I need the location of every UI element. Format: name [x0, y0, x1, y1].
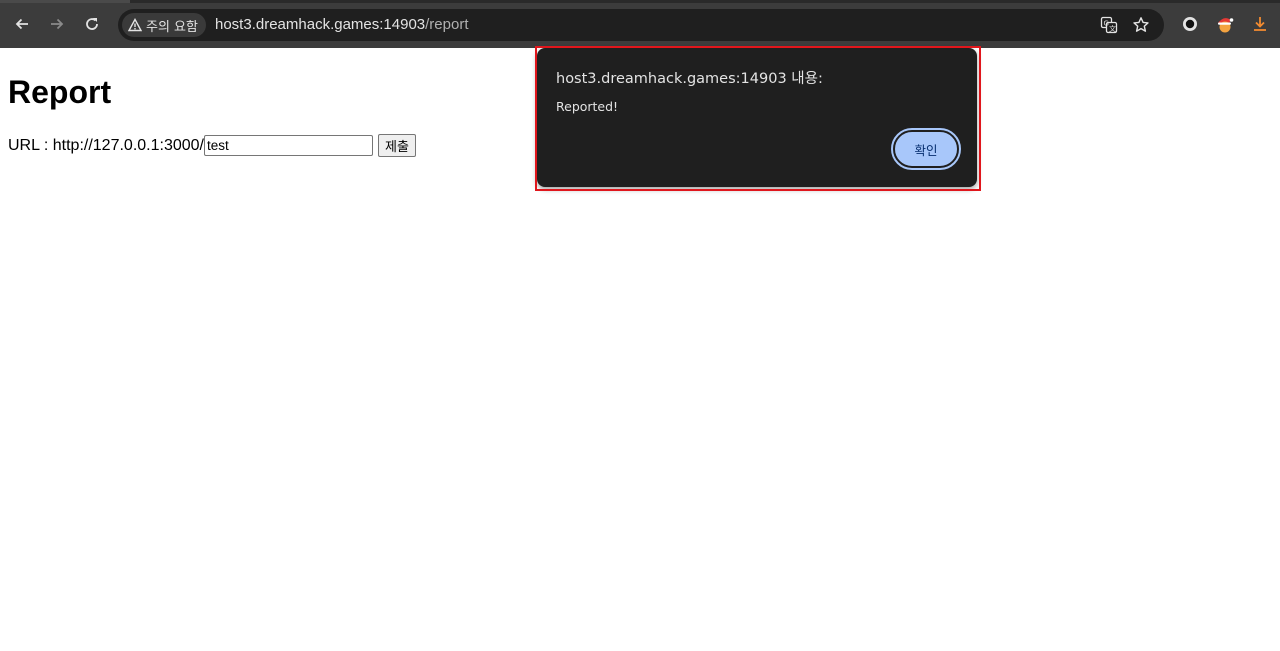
download-icon	[1254, 17, 1266, 31]
arrow-left-icon	[15, 18, 28, 30]
active-tab-edge	[0, 0, 130, 3]
download-button[interactable]	[1250, 14, 1270, 34]
tab-strip	[0, 0, 1280, 3]
alert-highlight-box	[535, 46, 981, 191]
url-host: host3.dreamhack.games:14903	[215, 16, 426, 33]
back-button[interactable]	[10, 12, 34, 36]
url-path: /report	[425, 16, 469, 33]
address-bar[interactable]: 주의 요함 host3.dreamhack.games:14903/report…	[118, 9, 1164, 41]
report-form: URL : http://127.0.0.1:3000/ 제출	[8, 134, 416, 157]
reload-icon	[86, 18, 98, 30]
extension-button-2[interactable]	[1215, 14, 1235, 34]
security-chip-label: 주의 요함	[146, 19, 198, 35]
reload-button[interactable]	[80, 12, 104, 36]
security-chip[interactable]: 주의 요함	[122, 13, 206, 37]
arrow-right-icon	[51, 18, 64, 30]
url-text[interactable]: host3.dreamhack.games:14903/report	[215, 9, 469, 41]
star-icon	[1133, 17, 1149, 32]
browser-toolbar: 주의 요함 host3.dreamhack.games:14903/report…	[0, 0, 1280, 48]
extension-button-1[interactable]	[1180, 14, 1200, 34]
svg-text:文: 文	[1109, 24, 1116, 33]
forward-button[interactable]	[45, 12, 69, 36]
path-input[interactable]	[203, 135, 373, 156]
bookmark-button[interactable]	[1131, 15, 1151, 35]
circle-extension-icon	[1183, 17, 1197, 31]
page-title: Report	[8, 74, 112, 110]
translate-button[interactable]: G 文	[1099, 15, 1119, 35]
submit-button[interactable]: 제출	[377, 134, 416, 157]
santa-extension-icon	[1218, 18, 1234, 33]
url-prefix-label: URL : http://127.0.0.1:3000/	[8, 136, 204, 154]
translate-icon: G 文	[1100, 16, 1118, 34]
warning-triangle-icon	[128, 18, 142, 32]
